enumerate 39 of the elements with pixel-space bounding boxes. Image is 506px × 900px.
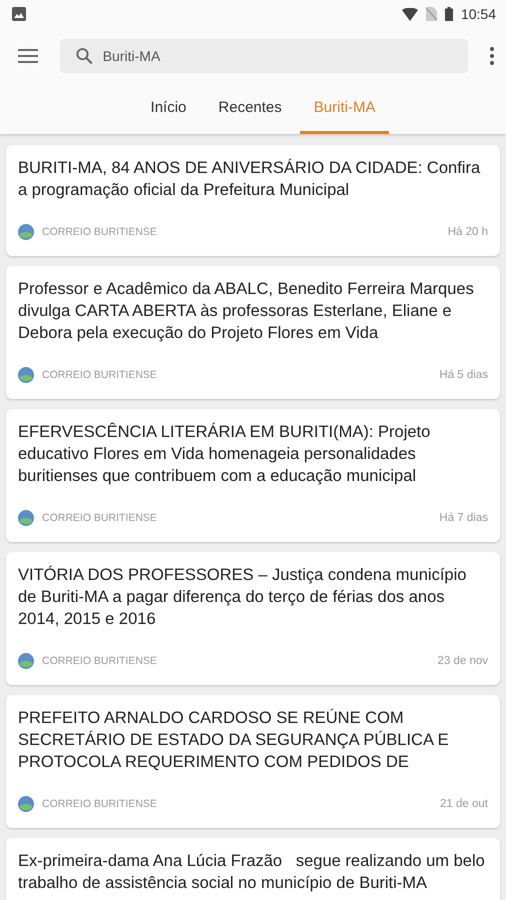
article-time: Há 5 dias — [439, 369, 488, 381]
source-logo-icon — [18, 510, 34, 526]
source-name: CORREIO BURITIENSE — [42, 369, 158, 381]
source-logo-icon — [18, 224, 34, 240]
source-logo-icon — [18, 796, 34, 812]
article-title: Professor e Acadêmico da ABALC, Benedito Ferreira Marques divulga CARTA ABERTA às professoras Esterlane, Eliane e Debora pela execução do Projeto Flores em Vida — [18, 279, 475, 344]
article-card[interactable]: BURITI-MA, 84 ANOS DE ANIVERSÁRIO DA CIDADE: Confira a programação oficial da Prefeitura Municipal CORREIO BURITIENSE Há 20 h — [6, 145, 500, 256]
article-time: 21 de out — [440, 798, 488, 810]
image-icon — [12, 7, 26, 21]
search-icon — [76, 47, 93, 65]
source-name: CORREIO BURITIENSE — [42, 798, 158, 810]
source-logo-icon — [18, 367, 34, 383]
article-time: Há 20 h — [448, 226, 488, 238]
article-time: 23 de nov — [437, 655, 488, 667]
more-icon[interactable] — [490, 47, 494, 65]
article-card[interactable]: PREFEITO ARNALDO CARDOSO SE REÚNE COM SECRETÁRIO DE ESTADO DA SEGURANÇA PÚBLICA E PROTOCOLA REQUERIMENTO COM PEDIDOS DE CORREIO BURITIENSE 21 de out — [6, 695, 500, 828]
tab[interactable]: Início — [136, 84, 200, 134]
article-title: PREFEITO ARNALDO CARDOSO SE REÚNE COM SECRETÁRIO DE ESTADO DA SEGURANÇA PÚBLICA E PROTOCOLA REQUERIMENTO COM PEDIDOS DE — [18, 708, 450, 773]
article-time: Há 7 dias — [439, 512, 488, 524]
no-sim-icon — [426, 7, 437, 21]
article-card[interactable]: Ex-primeira-dama Ana Lúcia Frazão segue realizando um belo trabalho de assistência social no município de Buriti-MA — [6, 838, 500, 900]
article-title: EFERVESCÊNCIA LITERÁRIA EM BURITI(MA): Projeto educativo Flores em Vida homenageia personalidades buritienses que contribuem com a educação municipal — [18, 422, 432, 487]
search-bar[interactable]: Buriti-MA — [60, 39, 468, 73]
article-title: BURITI-MA, 84 ANOS DE ANIVERSÁRIO DA CIDADE: Confira a programação oficial da Prefeitura Municipal — [18, 158, 482, 201]
source-logo-icon — [18, 653, 34, 669]
article-card[interactable]: VITÓRIA DOS PROFESSORES – Justiça condena município de Buriti-MA a pagar diferença do terço de férias dos anos 2014, 2015 e 2016 CORREIO BURITIENSE 23 de nov — [6, 552, 500, 685]
article-card[interactable]: Professor e Acadêmico da ABALC, Benedito Ferreira Marques divulga CARTA ABERTA às professoras Esterlane, Eliane e Debora pela execução do Projeto Flores em Vida CORREIO BURITIENSE Há 5 dias — [6, 266, 500, 399]
search-input[interactable]: Buriti-MA — [102, 48, 452, 64]
source-name: CORREIO BURITIENSE — [42, 512, 158, 524]
wifi-icon — [402, 8, 418, 20]
article-title: Ex-primeira-dama Ana Lúcia Frazão segue realizando um belo trabalho de assistência social no município de Buriti-MA — [18, 851, 486, 894]
article-card[interactable]: EFERVESCÊNCIA LITERÁRIA EM BURITI(MA): Projeto educativo Flores em Vida homenageia personalidades buritienses que contribuem com a educação municipal CORREIO BURITIENSE Há 7 dias — [6, 409, 500, 542]
article-title: VITÓRIA DOS PROFESSORES – Justiça condena município de Buriti-MA a pagar diferença do terço de férias dos anos 2014, 2015 e 2016 — [18, 564, 468, 630]
tab[interactable]: Recentes — [204, 84, 296, 134]
menu-icon[interactable] — [18, 49, 38, 63]
source-name: CORREIO BURITIENSE — [42, 226, 158, 238]
status-time: 10:54 — [460, 6, 496, 22]
battery-icon — [444, 7, 453, 21]
source-name: CORREIO BURITIENSE — [42, 655, 158, 667]
